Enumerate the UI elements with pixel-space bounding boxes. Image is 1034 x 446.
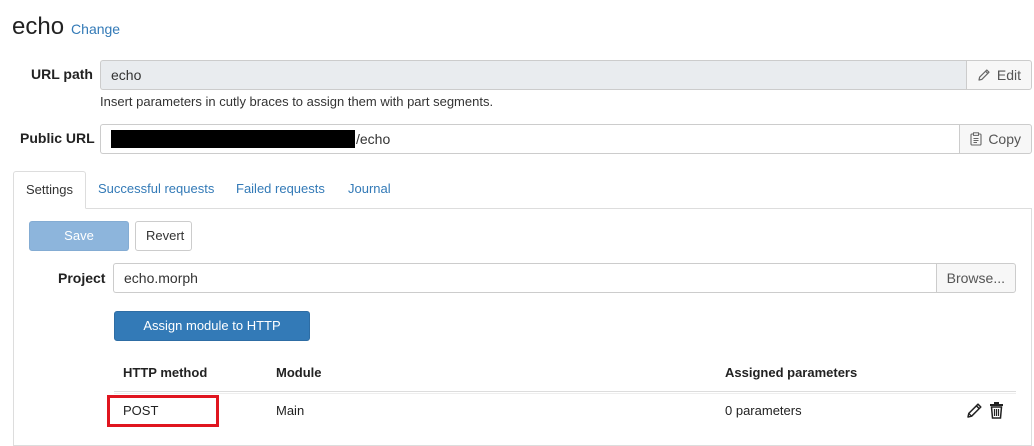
clipboard-icon (970, 132, 982, 146)
tab-settings[interactable]: Settings (13, 171, 86, 209)
url-path-help: Insert parameters in cutly braces to ass… (100, 94, 494, 109)
highlight-box (107, 395, 219, 427)
table-header-divider (114, 391, 1016, 392)
row-assigned-parameters: 0 parameters (725, 403, 802, 418)
page-header: echo Change (12, 12, 120, 42)
column-header-module: Module (276, 365, 322, 380)
url-path-group: echo Edit (100, 60, 1032, 90)
tab-journal[interactable]: Journal (336, 171, 403, 207)
public-url-label: Public URL (20, 130, 95, 146)
edit-row-button[interactable] (966, 401, 983, 422)
change-link[interactable]: Change (71, 21, 120, 37)
url-path-label: URL path (31, 66, 93, 82)
pencil-icon (967, 403, 982, 418)
browse-button[interactable]: Browse... (935, 263, 1016, 293)
delete-row-button[interactable] (989, 401, 1004, 422)
column-header-assigned-parameters: Assigned parameters (725, 365, 858, 380)
pencil-icon (978, 69, 990, 81)
url-path-input[interactable]: echo (100, 60, 966, 90)
copy-button-label: Copy (988, 131, 1021, 147)
public-url-group: /echo Copy (100, 124, 1032, 154)
copy-button[interactable]: Copy (959, 124, 1032, 154)
project-group: echo.morph Browse... (113, 263, 1016, 293)
project-label: Project (58, 270, 106, 286)
trash-icon (990, 402, 1003, 419)
edit-button[interactable]: Edit (965, 60, 1032, 90)
project-input[interactable]: echo.morph (113, 263, 936, 293)
row-module: Main (276, 403, 305, 418)
revert-button[interactable]: Revert (135, 221, 192, 251)
public-url-input[interactable]: /echo (100, 124, 960, 154)
save-changes-button[interactable]: Save changes (29, 221, 129, 271)
tab-successful-requests[interactable]: Successful requests (86, 171, 226, 207)
assign-module-button[interactable]: Assign module to HTTP method (114, 311, 310, 361)
column-header-http-method: HTTP method (123, 365, 208, 380)
tab-bar: Settings Successful requests Failed requ… (13, 171, 1032, 209)
redacted-host (111, 130, 355, 148)
tab-failed-requests[interactable]: Failed requests (224, 171, 337, 207)
page-title: echo (12, 13, 65, 40)
table-header-divider-light (114, 393, 1016, 394)
edit-button-label: Edit (996, 67, 1021, 83)
public-url-suffix: /echo (356, 131, 391, 147)
